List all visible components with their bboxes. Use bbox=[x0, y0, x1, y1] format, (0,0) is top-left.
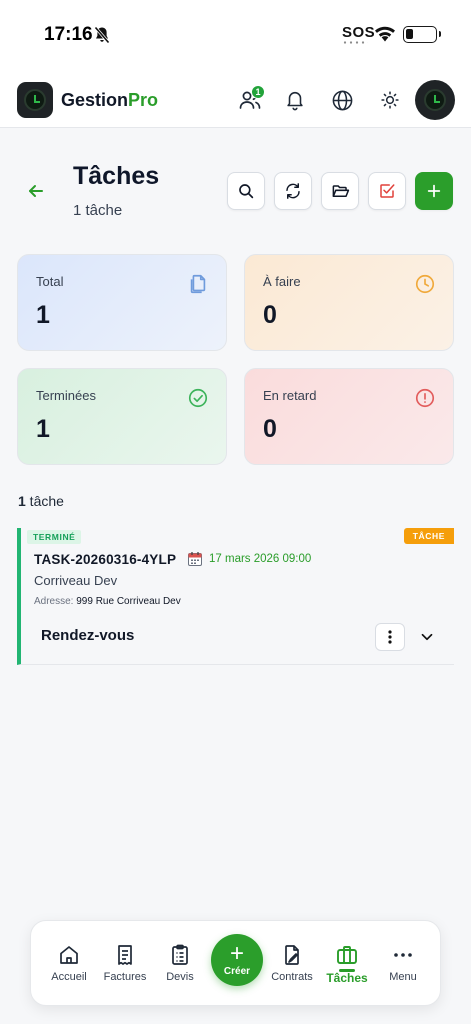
status-time: 17:16 bbox=[44, 24, 93, 45]
team-badge: 1 bbox=[251, 85, 265, 99]
search-icon bbox=[239, 184, 254, 199]
bell-icon[interactable] bbox=[282, 87, 308, 113]
battery-fill bbox=[406, 29, 413, 39]
bottom-nav: Accueil Factures Devis + Créer Contrats … bbox=[30, 920, 441, 1006]
search-button[interactable] bbox=[227, 172, 265, 210]
stat-card-done[interactable]: Terminées 1 bbox=[17, 368, 227, 465]
invoice-icon bbox=[118, 945, 132, 965]
chevron-down-icon[interactable] bbox=[418, 628, 436, 646]
task-address: Adresse: 999 Rue Corriveau Dev bbox=[34, 596, 181, 607]
task-more-button[interactable] bbox=[375, 623, 405, 651]
task-id: TASK-20260316-4YLP bbox=[34, 552, 177, 567]
calendar-icon bbox=[188, 552, 202, 566]
status-badge: TERMINÉ bbox=[27, 530, 82, 544]
app-logo[interactable] bbox=[17, 82, 53, 118]
task-card[interactable]: TERMINÉ TÂCHE TASK-20260316-4YLP 17 mars… bbox=[17, 528, 454, 665]
add-task-button[interactable] bbox=[415, 172, 453, 210]
task-kind: Rendez-vous bbox=[41, 627, 135, 644]
more-vertical-icon bbox=[388, 630, 392, 644]
stat-card-todo[interactable]: À faire 0 bbox=[244, 254, 454, 351]
document-icon bbox=[190, 274, 206, 294]
avatar[interactable] bbox=[415, 80, 455, 120]
home-icon bbox=[60, 946, 78, 964]
active-tab-indicator bbox=[339, 969, 355, 972]
sun-icon[interactable] bbox=[377, 87, 403, 113]
wifi-icon bbox=[375, 26, 395, 42]
stat-card-total[interactable]: Total 1 bbox=[17, 254, 227, 351]
nav-contrats[interactable]: Contrats bbox=[264, 943, 320, 983]
more-horizontal-icon bbox=[394, 953, 412, 957]
task-date: 17 mars 2026 09:00 bbox=[209, 553, 312, 565]
task-count: 1 tâche bbox=[18, 493, 64, 509]
check-square-icon bbox=[380, 184, 395, 198]
nav-accueil[interactable]: Accueil bbox=[41, 943, 97, 983]
nav-factures[interactable]: Factures bbox=[97, 943, 153, 983]
folder-open-icon bbox=[332, 184, 349, 197]
nav-devis[interactable]: Devis bbox=[152, 943, 208, 983]
select-button[interactable] bbox=[368, 172, 406, 210]
page-title: Tâches bbox=[73, 162, 160, 190]
brand-name: GestionPro bbox=[61, 90, 159, 110]
task-client: Corriveau Dev bbox=[34, 573, 118, 588]
sos-indicator: SOS bbox=[342, 24, 376, 41]
app-header: GestionPro 1 bbox=[0, 72, 471, 128]
check-circle-icon bbox=[188, 388, 208, 408]
type-badge: TÂCHE bbox=[403, 528, 454, 544]
status-bar: 17:16 SOS bbox=[0, 0, 471, 72]
plus-icon bbox=[427, 184, 441, 198]
contract-icon bbox=[285, 945, 299, 965]
bell-off-icon bbox=[94, 26, 110, 44]
refresh-button[interactable] bbox=[274, 172, 312, 210]
battery-icon bbox=[403, 26, 441, 43]
create-button[interactable]: + Créer bbox=[211, 934, 263, 986]
globe-icon[interactable] bbox=[329, 87, 355, 113]
plus-icon: + bbox=[229, 939, 244, 967]
open-folder-button[interactable] bbox=[321, 172, 359, 210]
back-arrow-icon[interactable] bbox=[26, 181, 46, 201]
page-subtitle: 1 tâche bbox=[73, 202, 123, 219]
clock-icon bbox=[415, 274, 435, 294]
alert-circle-icon bbox=[415, 388, 435, 408]
briefcase-icon bbox=[337, 946, 357, 964]
clipboard-list-icon bbox=[172, 944, 188, 965]
nav-taches[interactable]: Tâches bbox=[319, 943, 375, 985]
signal-dots bbox=[342, 41, 368, 44]
refresh-icon bbox=[286, 183, 300, 199]
stat-card-late[interactable]: En retard 0 bbox=[244, 368, 454, 465]
nav-menu[interactable]: Menu bbox=[375, 943, 431, 983]
